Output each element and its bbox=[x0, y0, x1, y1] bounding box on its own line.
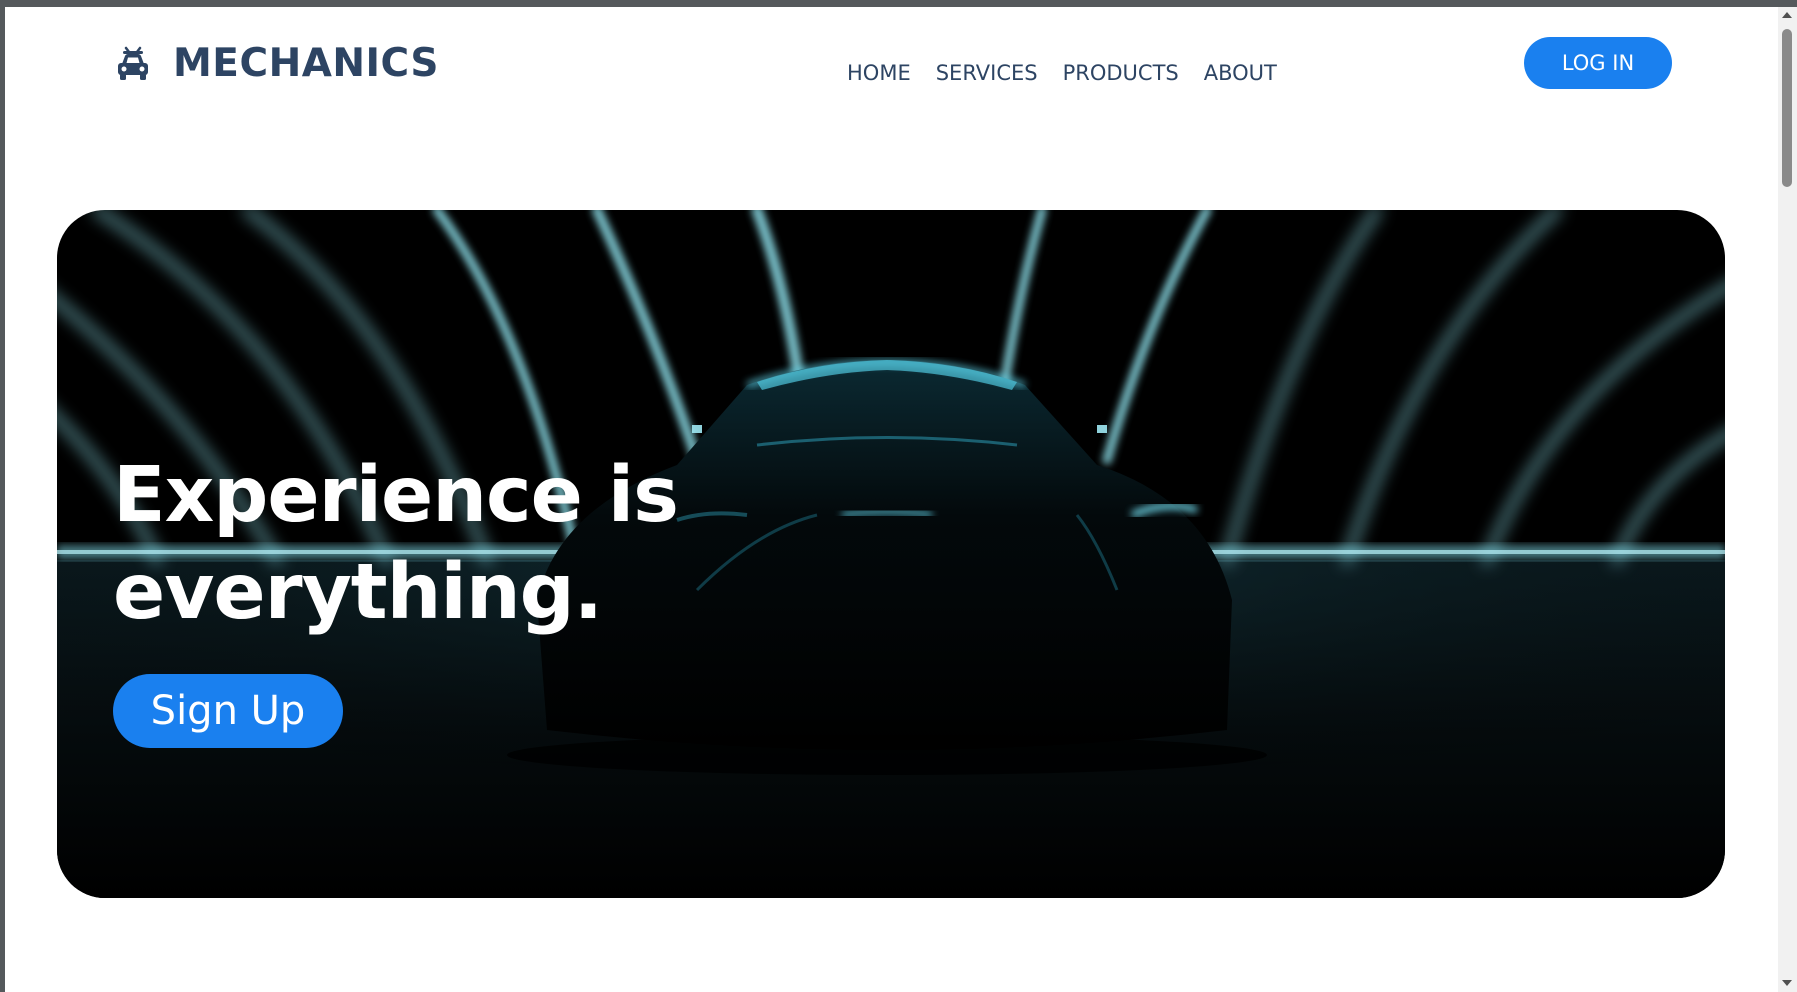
scroll-down-arrow-icon[interactable] bbox=[1782, 980, 1792, 986]
hero-banner: Experience is everything. Sign Up bbox=[57, 210, 1725, 898]
hero-title: Experience is everything. bbox=[113, 447, 679, 641]
nav-products[interactable]: PRODUCTS bbox=[1063, 61, 1179, 85]
browser-viewport: MECHANICS HOME SERVICES PRODUCTS ABOUT L… bbox=[5, 7, 1778, 992]
hero-title-line-2: everything. bbox=[113, 548, 603, 637]
nav-about[interactable]: ABOUT bbox=[1204, 61, 1277, 85]
vertical-scrollbar[interactable] bbox=[1778, 7, 1797, 992]
brand-name: MECHANICS bbox=[173, 41, 439, 86]
login-button[interactable]: LOG IN bbox=[1524, 37, 1672, 89]
nav-services[interactable]: SERVICES bbox=[936, 61, 1038, 85]
car-icon bbox=[118, 46, 148, 80]
scroll-thumb[interactable] bbox=[1782, 29, 1792, 187]
hero-title-line-1: Experience is bbox=[113, 451, 679, 540]
signup-button[interactable]: Sign Up bbox=[113, 674, 343, 748]
main-nav: HOME SERVICES PRODUCTS ABOUT bbox=[847, 61, 1302, 85]
scroll-up-arrow-icon[interactable] bbox=[1782, 12, 1792, 18]
nav-home[interactable]: HOME bbox=[847, 61, 911, 85]
brand[interactable]: MECHANICS bbox=[113, 41, 439, 86]
